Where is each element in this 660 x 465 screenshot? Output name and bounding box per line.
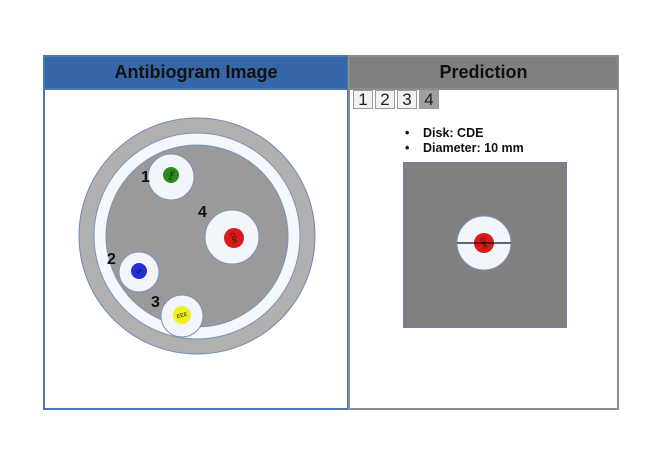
disk-1-number: 1 bbox=[141, 169, 150, 186]
antibiogram-title: Antibiogram Image bbox=[45, 57, 347, 88]
agar-surface bbox=[105, 144, 289, 328]
disk-name-line: Disk: CDE bbox=[403, 126, 524, 141]
disk-4-number: 4 bbox=[198, 204, 207, 221]
disk-tabs: 1 2 3 4 bbox=[353, 90, 441, 109]
petri-dish-image: AMC 1 CDE 4 VA 2 EEE 3 bbox=[78, 117, 316, 355]
disk-2-number: 2 bbox=[107, 251, 116, 268]
prediction-title: Prediction bbox=[350, 57, 617, 88]
tab-disk-1[interactable]: 1 bbox=[353, 90, 373, 109]
prediction-panel: Prediction 1 2 3 4 Disk: CDE Diameter: 1… bbox=[348, 55, 619, 410]
prediction-info-list: Disk: CDE Diameter: 10 mm bbox=[403, 126, 524, 156]
tab-disk-3[interactable]: 3 bbox=[397, 90, 417, 109]
antibiogram-panel: Antibiogram Image AMC 1 CDE 4 VA 2 EEE 3 bbox=[43, 55, 349, 410]
prediction-crop-svg: CDE bbox=[456, 215, 512, 271]
prediction-body: 1 2 3 4 Disk: CDE Diameter: 10 mm CDE bbox=[350, 88, 617, 408]
antibiogram-image-area: AMC 1 CDE 4 VA 2 EEE 3 bbox=[45, 88, 347, 408]
tab-disk-4[interactable]: 4 bbox=[419, 90, 439, 109]
diameter-line: Diameter: 10 mm bbox=[403, 141, 524, 156]
prediction-crop-image: CDE bbox=[403, 162, 567, 328]
tab-disk-2[interactable]: 2 bbox=[375, 90, 395, 109]
disk-3-number: 3 bbox=[151, 294, 160, 311]
